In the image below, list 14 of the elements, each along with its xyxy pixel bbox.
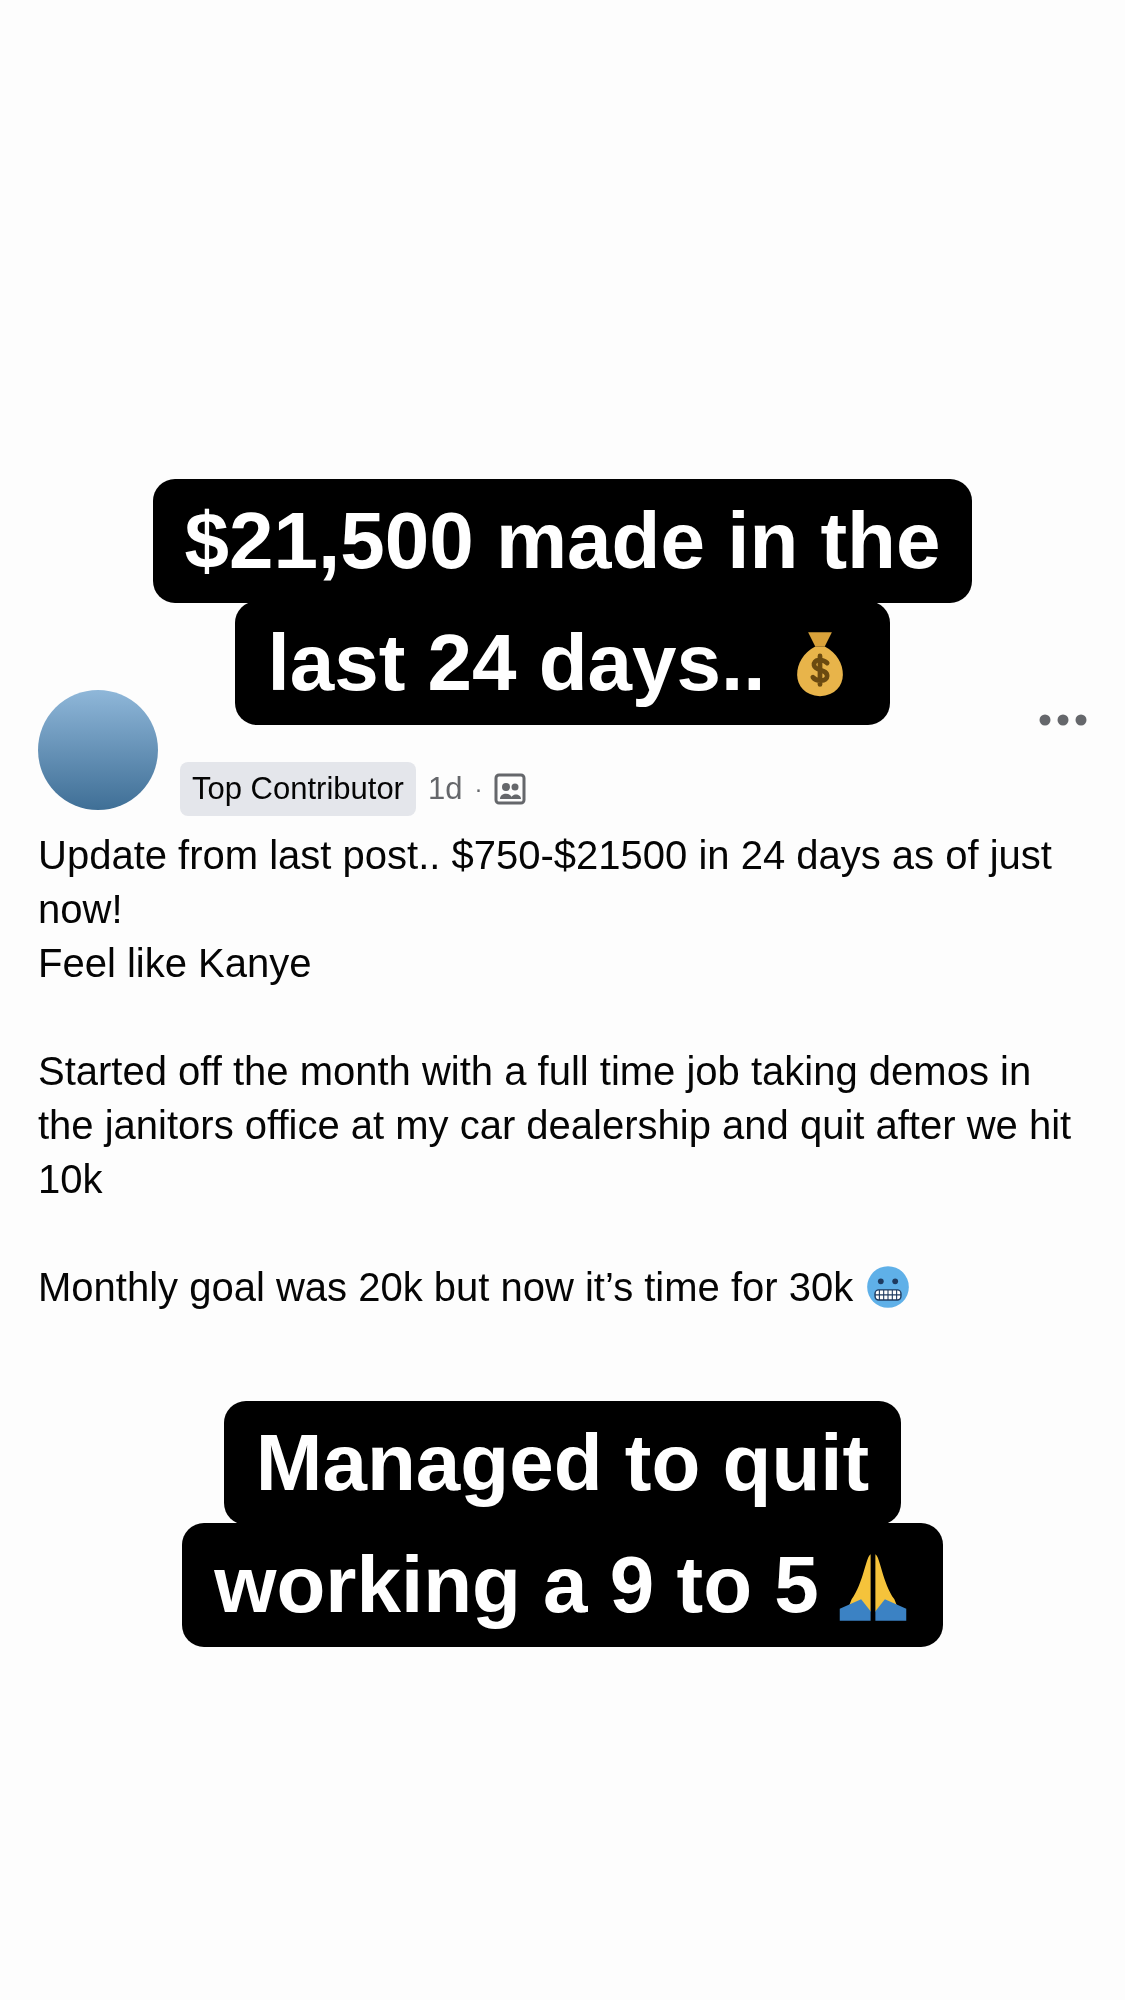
- caption-text: last 24 days..: [235, 601, 890, 725]
- caption-text: Managed to quit: [223, 1401, 902, 1525]
- post-text: Update from last post.. $750-$21500 in 24 days as of just now!: [38, 832, 1053, 934]
- more-options-icon[interactable]: [1039, 714, 1087, 726]
- post-text: Monthly goal was 20k but now it’s time for 30k: [38, 1264, 854, 1312]
- group-icon: [494, 773, 527, 806]
- top-contributor-badge: Top Contributor: [180, 762, 416, 817]
- post-text: Started off the month with a full time job taking demos in the janitors office at my car dealership and quit after we hit 10k: [38, 1048, 1073, 1204]
- caption-text: $21,500 made in the: [152, 479, 973, 603]
- separator-dot: ·: [474, 774, 483, 805]
- caption-text: working a 9 to 5: [182, 1523, 943, 1647]
- post-time[interactable]: 1d: [427, 765, 463, 813]
- post-text: Feel like Kanye: [38, 940, 312, 988]
- cold-face-icon: [865, 1264, 912, 1311]
